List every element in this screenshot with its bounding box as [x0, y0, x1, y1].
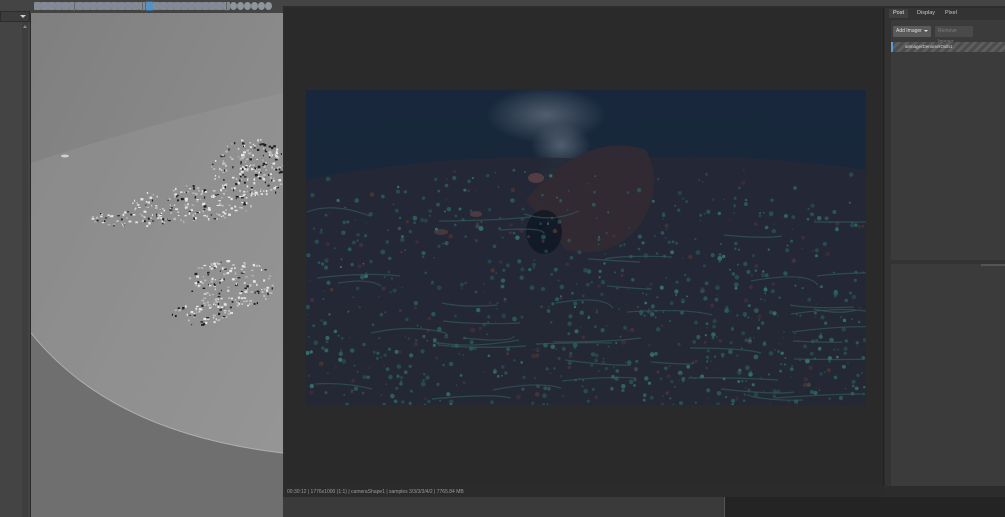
imager-attributes-panel	[891, 264, 1005, 486]
ipr-icon[interactable]	[153, 2, 160, 10]
bottom-shelf-area	[724, 497, 1005, 517]
light-icon[interactable]	[181, 2, 188, 10]
tab-pixel[interactable]: Pixel	[941, 9, 961, 18]
camera-icon[interactable]	[34, 2, 41, 10]
field-icon[interactable]	[251, 2, 258, 10]
3d-viewport[interactable]	[31, 13, 283, 517]
tab-display[interactable]: Display	[913, 9, 939, 18]
panel-resize-handle[interactable]	[981, 264, 1005, 266]
surface-icon[interactable]	[104, 2, 111, 10]
wire-icon[interactable]	[202, 2, 209, 10]
isolate-icon[interactable]	[216, 2, 223, 10]
render-view-icon[interactable]	[174, 2, 181, 10]
toolbar-separator	[74, 2, 75, 11]
select-icon[interactable]	[41, 2, 48, 10]
render-image	[306, 90, 866, 405]
left-scrollbar[interactable]	[22, 22, 28, 517]
toolbar-separator	[226, 2, 227, 11]
imager-list-item[interactable]: aiImagerDenoiserOidn1	[891, 42, 1005, 52]
view-icon[interactable]	[118, 2, 125, 10]
point-icon[interactable]	[111, 2, 118, 10]
settings-icon[interactable]	[160, 2, 167, 10]
app-window: 00:30:12 | 1776x1000 (1:1) | cameraShape…	[0, 0, 1005, 517]
xray-icon[interactable]	[209, 2, 216, 10]
resolution-icon[interactable]	[237, 2, 244, 10]
film-icon[interactable]	[258, 2, 265, 10]
paint-icon[interactable]	[55, 2, 62, 10]
shade-icon[interactable]	[195, 2, 202, 10]
render-view-window: 00:30:12 | 1776x1000 (1:1) | cameraShape…	[283, 6, 1005, 517]
display-icon[interactable]	[188, 2, 195, 10]
toolbar-separator	[142, 2, 143, 11]
move-icon[interactable]	[62, 2, 69, 10]
render-canvas[interactable]	[285, 8, 884, 486]
lasso-icon[interactable]	[48, 2, 55, 10]
imager-list-panel: Add Imager Remove Imager aiImagerDenoise…	[891, 20, 1005, 260]
panel-tabs: Post Display Pixel	[889, 9, 1005, 18]
render-status-bar: 00:30:12 | 1776x1000 (1:1) | cameraShape…	[285, 487, 883, 497]
gate-icon[interactable]	[230, 2, 237, 10]
render-icon[interactable]	[146, 2, 153, 10]
plane-icon[interactable]	[125, 2, 132, 10]
add-imager-button[interactable]: Add Imager	[893, 26, 931, 37]
render-settings-panel: Post Display Pixel Add Imager Remove Ima…	[885, 8, 1005, 486]
remove-imager-button[interactable]: Remove Imager	[935, 26, 973, 45]
grid-icon[interactable]	[90, 2, 97, 10]
rendered-terrain	[306, 90, 866, 405]
hypershade-icon[interactable]	[167, 2, 174, 10]
scale-icon[interactable]	[76, 2, 83, 10]
aa-icon[interactable]	[265, 2, 272, 10]
imager-item-label: aiImagerDenoiserOidn1	[905, 44, 953, 49]
safe-icon[interactable]	[244, 2, 251, 10]
viewport-scene	[31, 13, 283, 517]
snap-icon[interactable]	[83, 2, 90, 10]
tab-post[interactable]: Post	[889, 9, 909, 18]
bottom-shelf	[283, 497, 1005, 517]
panel-dropdown[interactable]	[0, 11, 30, 22]
live-icon[interactable]	[132, 2, 139, 10]
left-panel	[0, 0, 31, 517]
curve-icon[interactable]	[97, 2, 104, 10]
